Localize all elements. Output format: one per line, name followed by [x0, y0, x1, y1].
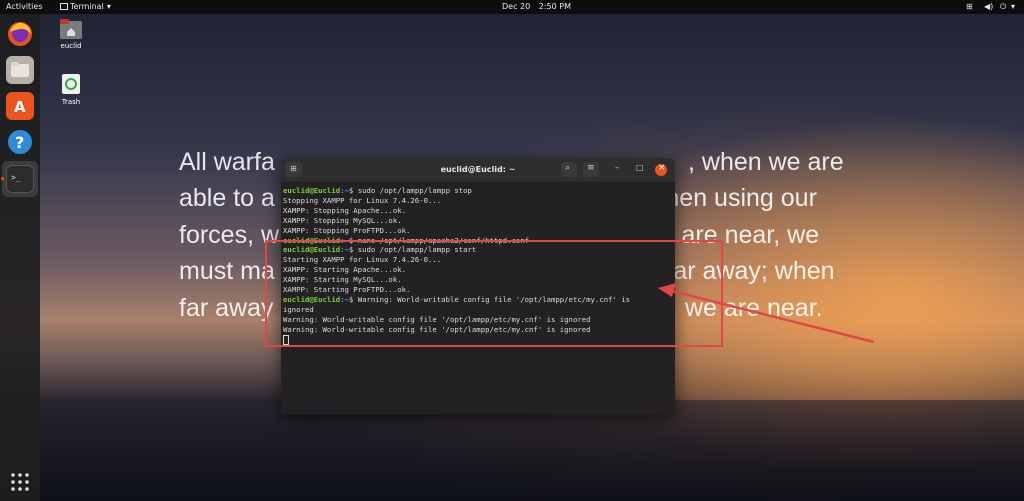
annotation-arrow: [658, 283, 875, 344]
